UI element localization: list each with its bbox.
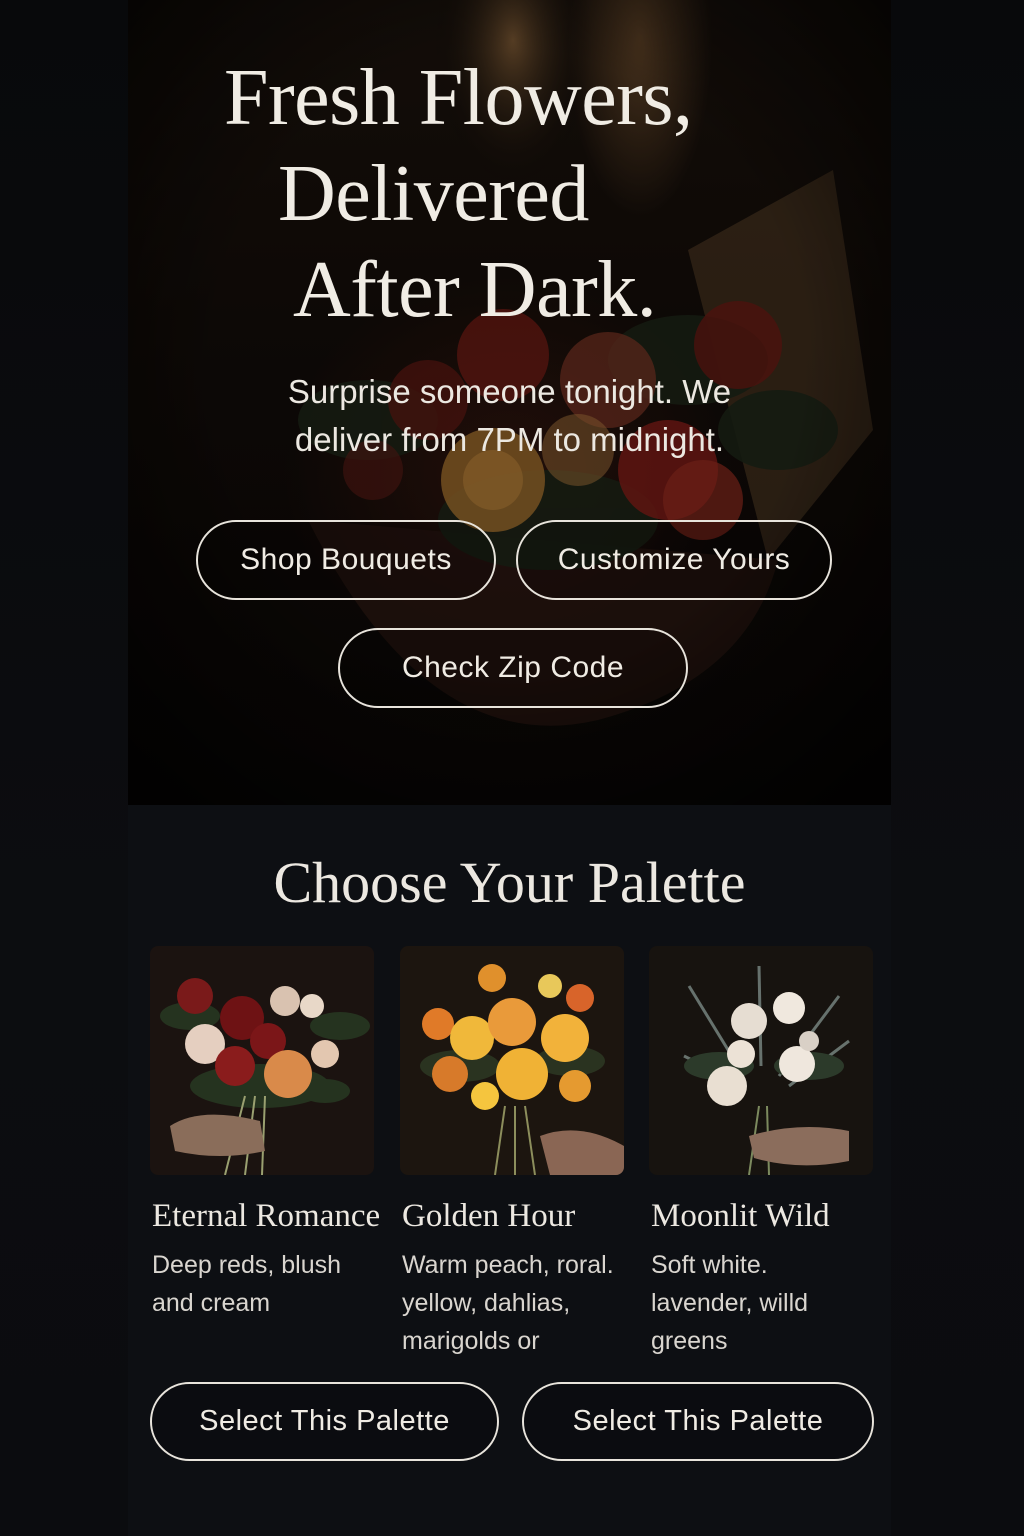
white-wild-bouquet-image xyxy=(649,946,873,1175)
hero-title-line-3: After Dark. xyxy=(293,246,657,334)
palette-description-line: Warm peach, roral. xyxy=(402,1251,614,1279)
hero-section: Fresh Flowers, Delivered After Dark. Sur… xyxy=(128,0,891,805)
page: Fresh Flowers, Delivered After Dark. Sur… xyxy=(128,0,891,1536)
palette-description: Deep reds, blush and cream xyxy=(152,1246,382,1322)
customize-yours-button[interactable]: Customize Yours xyxy=(516,520,832,600)
palette-description-line: marigolds or xyxy=(402,1327,540,1355)
shop-bouquets-button[interactable]: Shop Bouquets xyxy=(196,520,496,600)
right-margin xyxy=(891,0,1024,1536)
golden-bouquet-image xyxy=(400,946,624,1175)
palette-description-line: Soft white. xyxy=(651,1251,768,1279)
hero-subtitle-line-1: Surprise someone tonight. We xyxy=(287,373,732,410)
palette-name: Moonlit Wild xyxy=(651,1198,830,1234)
hero-subtitle: Surprise someone tonight. We deliver fro… xyxy=(128,368,891,464)
palette-name: Eternal Romance xyxy=(152,1198,381,1234)
hero-title: Fresh Flowers, Delivered After Dark. xyxy=(128,50,891,338)
hero-subtitle-line-2: deliver from 7PM to midnight. xyxy=(294,421,725,458)
left-margin xyxy=(0,0,128,1536)
palette-section-title: Choose Your Palette xyxy=(273,850,746,915)
hero-title-line-2: Delivered xyxy=(278,150,589,238)
palette-description: Soft white. lavender, willd greens xyxy=(651,1246,881,1360)
palette-card-moonlit-wild[interactable]: Moonlit Wild Soft white. lavender, willd… xyxy=(649,946,881,1355)
palette-description: Warm peach, roral. yellow, dahlias, mari… xyxy=(402,1246,632,1360)
palette-description-line: yellow, dahlias, xyxy=(402,1289,571,1317)
red-rose-bouquet-image xyxy=(150,946,374,1175)
palette-description-line: lavender, willd xyxy=(651,1289,809,1317)
palette-card-golden-hour[interactable]: Golden Hour Warm peach, roral. yellow, d… xyxy=(400,946,632,1355)
check-zip-code-button[interactable]: Check Zip Code xyxy=(338,628,688,708)
hero-title-line-1: Fresh Flowers, xyxy=(224,54,693,142)
palette-description-line: and cream xyxy=(152,1289,271,1317)
palette-description-line: Deep reds, blush xyxy=(152,1251,342,1279)
palette-description-line: greens xyxy=(651,1327,728,1355)
palette-card-eternal-romance[interactable]: Eternal Romance Deep reds, blush and cre… xyxy=(150,946,382,1317)
palette-name: Golden Hour xyxy=(402,1198,576,1234)
select-palette-button[interactable]: Select This Palette xyxy=(522,1382,874,1461)
select-palette-button[interactable]: Select This Palette xyxy=(150,1382,499,1461)
